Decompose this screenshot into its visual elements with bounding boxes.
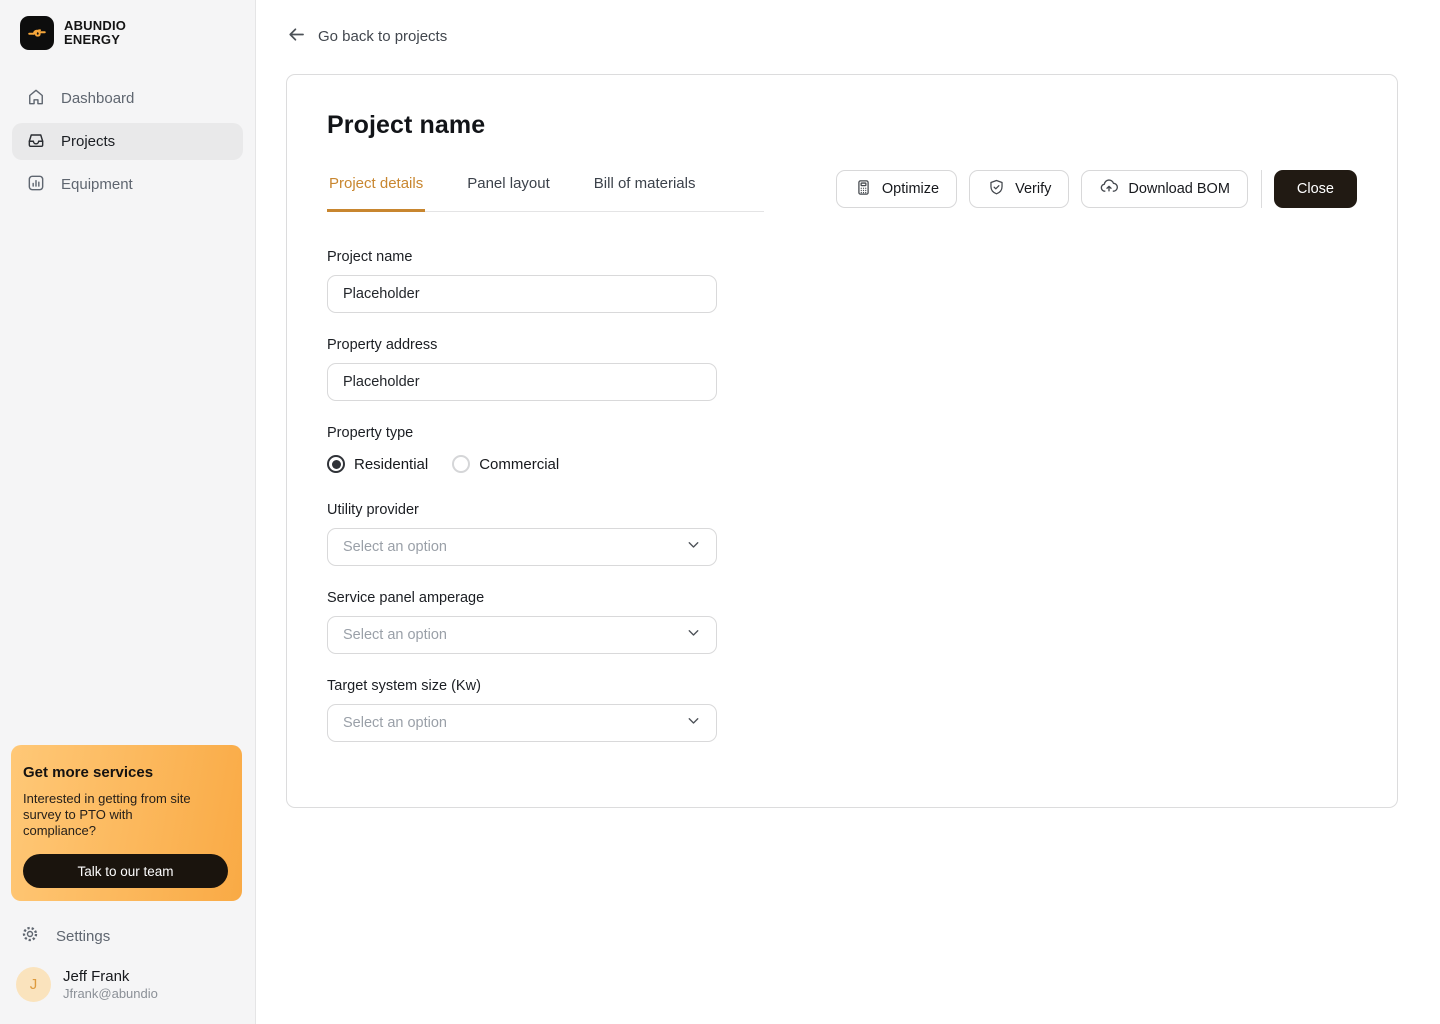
property-address-field: Property address xyxy=(327,337,717,401)
sidebar-nav: Dashboard Projects Equipment xyxy=(0,80,255,209)
action-buttons: Optimize Verify Download BOM Close xyxy=(835,170,1357,208)
project-card: Project name Project details Panel layou… xyxy=(286,74,1398,808)
optimize-label: Optimize xyxy=(881,181,940,197)
home-icon xyxy=(26,87,46,111)
user-name: Jeff Frank xyxy=(63,968,130,985)
sidebar-item-label: Dashboard xyxy=(61,90,135,107)
property-type-field: Property type Residential Commercial xyxy=(327,425,717,473)
brand-logo: ABUNDIO ENERGY xyxy=(0,0,255,50)
gear-icon xyxy=(20,924,40,948)
field-label: Property address xyxy=(327,337,438,353)
arrow-left-icon xyxy=(286,24,307,49)
shield-check-icon xyxy=(987,178,1006,201)
service-panel-amperage-field: Service panel amperage Select an option xyxy=(327,590,717,654)
chevron-down-icon xyxy=(685,536,702,558)
tab-bill-of-materials[interactable]: Bill of materials xyxy=(592,170,698,212)
sidebar-item-label: Projects xyxy=(61,133,116,150)
property-type-radio-group: Residential Commercial xyxy=(327,455,717,473)
verify-button[interactable]: Verify xyxy=(969,170,1070,208)
user-email: Jfrank@abundio xyxy=(63,986,158,1001)
promo-body: Interested in getting from site survey t… xyxy=(23,791,191,839)
knot-logo-icon xyxy=(20,16,54,50)
promo-card: Get more services Interested in getting … xyxy=(11,745,242,901)
field-label: Project name xyxy=(327,249,413,265)
main-content: Go back to projects Project name Project… xyxy=(256,0,1440,1024)
calculator-icon xyxy=(854,178,873,201)
radio-label: Residential xyxy=(354,455,429,473)
brand-name: ABUNDIO ENERGY xyxy=(64,18,127,47)
field-label: Service panel amperage xyxy=(327,590,485,606)
sidebar-item-equipment[interactable]: Equipment xyxy=(12,166,243,203)
actions-divider xyxy=(1260,170,1262,208)
radio-unselected-icon xyxy=(452,455,471,473)
service-panel-amperage-select[interactable]: Select an option xyxy=(327,616,717,654)
card-header-row: Project details Panel layout Bill of mat… xyxy=(327,170,1357,212)
radio-commercial[interactable]: Commercial xyxy=(452,455,559,473)
avatar: J xyxy=(16,967,51,1002)
back-link[interactable]: Go back to projects xyxy=(286,24,447,49)
user-info: Jeff Frank Jfrank@abundio xyxy=(63,968,158,1001)
sidebar-item-label: Equipment xyxy=(61,176,133,193)
sidebar-item-projects[interactable]: Projects xyxy=(12,123,243,160)
tab-project-details[interactable]: Project details xyxy=(327,170,426,212)
download-bom-label: Download BOM xyxy=(1128,181,1230,197)
target-system-size-select[interactable]: Select an option xyxy=(327,704,717,742)
radio-selected-icon xyxy=(327,455,345,473)
project-details-form: Project name Property address Property t… xyxy=(327,249,717,742)
tab-bar: Project details Panel layout Bill of mat… xyxy=(327,170,764,212)
close-button[interactable]: Close xyxy=(1273,170,1357,208)
utility-provider-field: Utility provider Select an option xyxy=(327,502,717,566)
utility-provider-select[interactable]: Select an option xyxy=(327,528,717,566)
verify-label: Verify xyxy=(1015,181,1052,197)
inbox-icon xyxy=(26,130,46,154)
sidebar: ABUNDIO ENERGY Dashboard Projects Equipm… xyxy=(0,0,256,1024)
field-label: Property type xyxy=(327,425,414,441)
talk-to-team-button[interactable]: Talk to our team xyxy=(23,854,228,888)
back-label: Go back to projects xyxy=(318,28,448,45)
chevron-down-icon xyxy=(685,712,702,734)
download-bom-button[interactable]: Download BOM xyxy=(1081,170,1248,208)
tab-panel-layout[interactable]: Panel layout xyxy=(465,170,552,212)
select-placeholder: Select an option xyxy=(343,627,447,643)
project-name-input[interactable] xyxy=(327,275,717,313)
sidebar-item-settings[interactable]: Settings xyxy=(0,913,255,959)
radio-residential[interactable]: Residential xyxy=(327,455,428,473)
radio-label: Commercial xyxy=(479,455,560,473)
select-placeholder: Select an option xyxy=(343,715,447,731)
app-window: ABUNDIO ENERGY Dashboard Projects Equipm… xyxy=(0,0,1440,1024)
chevron-down-icon xyxy=(685,624,702,646)
promo-title: Get more services xyxy=(23,764,154,782)
page-title: Project name xyxy=(327,111,486,139)
project-name-field: Project name xyxy=(327,249,717,313)
field-label: Utility provider xyxy=(327,502,419,518)
user-profile[interactable]: J Jeff Frank Jfrank@abundio xyxy=(0,959,255,1024)
property-address-input[interactable] xyxy=(327,363,717,401)
field-label: Target system size (Kw) xyxy=(327,678,481,694)
settings-label: Settings xyxy=(56,927,111,945)
select-placeholder: Select an option xyxy=(343,539,447,555)
target-system-size-field: Target system size (Kw) Select an option xyxy=(327,678,717,742)
sidebar-item-dashboard[interactable]: Dashboard xyxy=(12,80,243,117)
cloud-upload-icon xyxy=(1099,177,1119,201)
optimize-button[interactable]: Optimize xyxy=(835,170,958,208)
bar-chart-icon xyxy=(26,173,46,197)
